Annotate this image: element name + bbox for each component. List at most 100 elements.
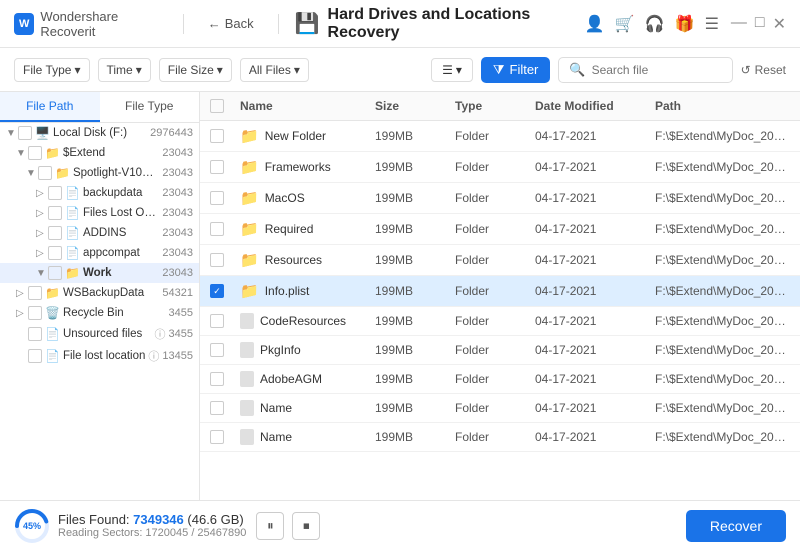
header-checkbox[interactable]: [210, 99, 224, 113]
file-size: 199MB: [375, 314, 455, 328]
tab-file-type[interactable]: File Type: [100, 92, 200, 122]
tree-item-count: 23043: [162, 247, 193, 259]
all-files-dropdown[interactable]: All Files ▾: [240, 58, 309, 82]
tree-checkbox[interactable]: [28, 306, 42, 320]
tree-item-label: ADDINS: [83, 227, 159, 239]
row-checkbox[interactable]: [210, 253, 224, 267]
titlebar: W Wondershare Recoverit ← Back 💾 Hard Dr…: [0, 0, 800, 48]
folder-icon: 📁: [45, 146, 60, 160]
gift-icon[interactable]: 🎁: [675, 14, 695, 34]
tree-item-label: Local Disk (F:): [53, 127, 147, 139]
maximize-button[interactable]: □: [755, 14, 765, 34]
row-checkbox[interactable]: [210, 160, 224, 174]
tree-checkbox[interactable]: [48, 266, 62, 280]
folder-icon: 📁: [55, 166, 70, 180]
file-size: 199MB: [375, 191, 455, 205]
row-checkbox[interactable]: [210, 314, 224, 328]
file-path: F:\$Extend\MyDoc_2020\MyDoc_2020\M...: [655, 253, 790, 267]
tree-item-files-lost[interactable]: ▷ 📄 Files Lost Origi... 23043: [0, 203, 199, 223]
tree-item-unsourced[interactable]: 📄 Unsourced files ⓘ 3455: [0, 323, 199, 345]
time-dropdown[interactable]: Time ▾: [98, 58, 151, 82]
row-checkbox[interactable]: [210, 372, 224, 386]
row-checkbox-col[interactable]: [210, 314, 240, 328]
bottom-left: 45% Files Found: 7349346 (46.6 GB) Readi…: [14, 508, 320, 544]
menu-icon[interactable]: ☰: [705, 14, 719, 34]
reset-label: Reset: [755, 63, 786, 77]
tree-checkbox[interactable]: [28, 286, 42, 300]
search-input[interactable]: [592, 63, 722, 77]
filter-button[interactable]: ⧩ Filter: [481, 57, 551, 83]
tree-checkbox[interactable]: [48, 206, 62, 220]
header-checkbox-col[interactable]: [210, 99, 240, 113]
row-checkbox-col[interactable]: [210, 253, 240, 267]
close-button[interactable]: ✕: [773, 14, 786, 34]
back-button[interactable]: ← Back: [200, 12, 262, 35]
back-label: Back: [225, 16, 254, 31]
header-date: Date Modified: [535, 99, 655, 113]
menu-settings-button[interactable]: ☰ ▾: [431, 58, 473, 82]
tree-item-extend[interactable]: ▼ 📁 $Extend 23043: [0, 143, 199, 163]
headset-icon[interactable]: 🎧: [645, 14, 665, 34]
minimize-button[interactable]: —: [731, 14, 747, 34]
tree-item-local-disk[interactable]: ▼ 🖥️ Local Disk (F:) 2976443: [0, 123, 199, 143]
tree-item-file-lost-location[interactable]: 📄 File lost location ⓘ 13455: [0, 345, 199, 367]
recover-button[interactable]: Recover: [686, 510, 786, 542]
tree-toggle-icon: ▷: [36, 248, 48, 259]
tree-toggle-icon: ▼: [16, 148, 28, 159]
tree-checkbox[interactable]: [28, 327, 42, 341]
user-icon[interactable]: 👤: [585, 14, 605, 34]
file-icon: 📄: [45, 327, 60, 341]
tree-item-wsbackup[interactable]: ▷ 📁 WSBackupData 54321: [0, 283, 199, 303]
tree-item-work[interactable]: ▼ 📁 Work 23043: [0, 263, 199, 283]
row-checkbox-col[interactable]: [210, 430, 240, 444]
tree-checkbox[interactable]: [28, 146, 42, 160]
tree-item-count: 2976443: [150, 127, 193, 139]
row-checkbox[interactable]: [210, 129, 224, 143]
file-icon: [240, 313, 254, 329]
table-row: Name 199MB Folder 04-17-2021 F:\$Extend\…: [200, 394, 800, 423]
row-checkbox-col[interactable]: [210, 343, 240, 357]
file-date: 04-17-2021: [535, 191, 655, 205]
tree-item-appcompat[interactable]: ▷ 📄 appcompat 23043: [0, 243, 199, 263]
row-checkbox[interactable]: ✓: [210, 284, 224, 298]
tree-item-spotlight[interactable]: ▼ 📁 Spotlight-V1000... 23043: [0, 163, 199, 183]
tree-checkbox[interactable]: [38, 166, 52, 180]
file-icon: 📄: [45, 349, 60, 363]
search-box[interactable]: 🔍: [558, 57, 732, 83]
file-type-dropdown[interactable]: File Type ▾: [14, 58, 90, 82]
row-checkbox-col[interactable]: [210, 401, 240, 415]
row-checkbox[interactable]: [210, 191, 224, 205]
app-name: Wondershare Recoverit: [40, 9, 166, 39]
tree-item-addins[interactable]: ▷ 📄 ADDINS 23043: [0, 223, 199, 243]
file-size-dropdown[interactable]: File Size ▾: [159, 58, 232, 82]
cart-icon[interactable]: 🛒: [615, 14, 635, 34]
row-checkbox-col[interactable]: ✓: [210, 284, 240, 298]
reset-button[interactable]: ↺ Reset: [741, 63, 786, 77]
left-panel: File Path File Type ▼ 🖥️ Local Disk (F:)…: [0, 92, 200, 500]
tree-checkbox[interactable]: [48, 246, 62, 260]
row-checkbox-col[interactable]: [210, 160, 240, 174]
tab-file-path[interactable]: File Path: [0, 92, 100, 122]
tree-checkbox[interactable]: [18, 126, 32, 140]
tree-checkbox[interactable]: [48, 186, 62, 200]
tree-item-label: Work: [83, 267, 159, 279]
row-checkbox[interactable]: [210, 401, 224, 415]
row-checkbox[interactable]: [210, 222, 224, 236]
stop-button[interactable]: ⏹: [292, 512, 320, 540]
row-checkbox-col[interactable]: [210, 191, 240, 205]
table-header: Name Size Type Date Modified Path: [200, 92, 800, 121]
tree-item-recycle[interactable]: ▷ 🗑️ Recycle Bin 3455: [0, 303, 199, 323]
row-checkbox[interactable]: [210, 430, 224, 444]
tree-checkbox[interactable]: [48, 226, 62, 240]
tab-buttons: File Path File Type: [0, 92, 199, 123]
row-checkbox-col[interactable]: [210, 222, 240, 236]
table-row: 📁MacOS 199MB Folder 04-17-2021 F:\$Exten…: [200, 183, 800, 214]
row-checkbox[interactable]: [210, 343, 224, 357]
row-checkbox-col[interactable]: [210, 129, 240, 143]
tree-checkbox[interactable]: [28, 349, 42, 363]
bottom-bar: 45% Files Found: 7349346 (46.6 GB) Readi…: [0, 500, 800, 550]
pause-button[interactable]: ⏸: [256, 512, 284, 540]
row-checkbox-col[interactable]: [210, 372, 240, 386]
tree-item-backupdata[interactable]: ▷ 📄 backupdata 23043: [0, 183, 199, 203]
tree-item-count: 23043: [162, 207, 193, 219]
